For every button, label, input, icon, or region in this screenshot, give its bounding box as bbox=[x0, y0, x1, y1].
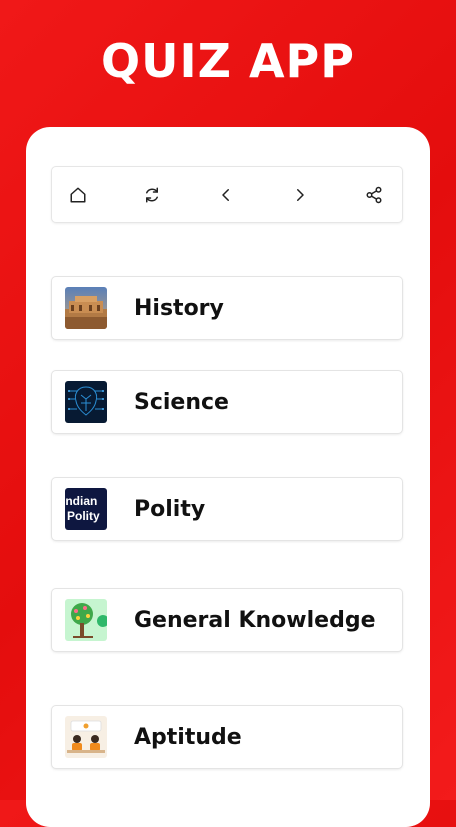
history-thumbnail bbox=[65, 287, 107, 329]
science-thumbnail bbox=[65, 381, 107, 423]
back-button[interactable] bbox=[216, 185, 236, 205]
refresh-button[interactable] bbox=[142, 185, 162, 205]
category-label: History bbox=[134, 295, 224, 321]
category-science[interactable]: Science bbox=[52, 371, 402, 433]
polity-thumbnail: Indian Polity bbox=[65, 488, 107, 530]
home-button[interactable] bbox=[68, 185, 88, 205]
category-label: Aptitude bbox=[134, 724, 242, 750]
chevron-left-icon bbox=[222, 188, 229, 201]
category-label: Polity bbox=[134, 496, 206, 522]
toolbar bbox=[52, 167, 402, 222]
category-label: General Knowledge bbox=[134, 607, 376, 633]
general-knowledge-thumbnail bbox=[65, 599, 107, 641]
polity-thumb-line1: Indian bbox=[65, 494, 97, 508]
category-aptitude[interactable]: Aptitude bbox=[52, 706, 402, 768]
category-polity[interactable]: Indian Polity Polity bbox=[52, 478, 402, 540]
aptitude-thumbnail bbox=[65, 716, 107, 758]
share-button[interactable] bbox=[364, 185, 384, 205]
chevron-right-icon bbox=[297, 188, 304, 201]
share-icon bbox=[366, 186, 382, 203]
polity-thumb-line2: Polity bbox=[67, 509, 100, 523]
home-icon bbox=[70, 187, 86, 202]
main-card: History Science Indian Polity Polity Gen… bbox=[26, 127, 430, 827]
category-history[interactable]: History bbox=[52, 277, 402, 339]
app-title: QUIZ APP bbox=[101, 34, 355, 88]
forward-button[interactable] bbox=[290, 185, 310, 205]
category-general-knowledge[interactable]: General Knowledge bbox=[52, 589, 402, 651]
category-label: Science bbox=[134, 389, 229, 415]
refresh-icon bbox=[146, 187, 158, 202]
